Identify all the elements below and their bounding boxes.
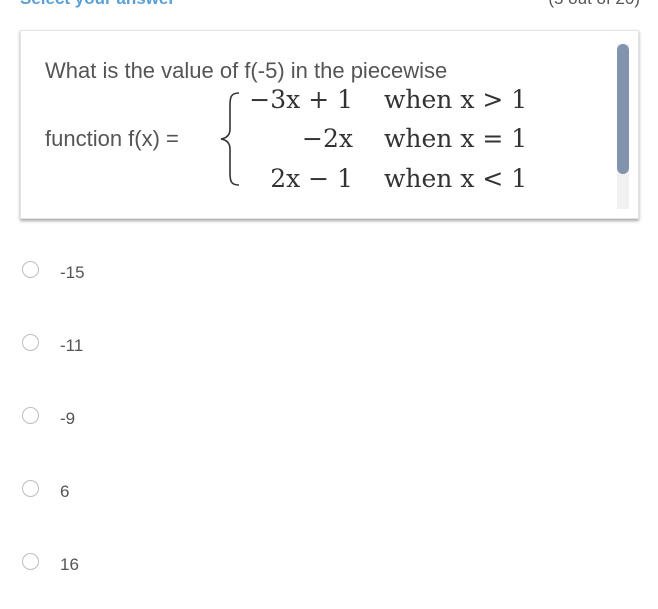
instruction-text: Select your answer — [20, 0, 175, 9]
answer-option-4[interactable]: 6 — [22, 480, 322, 504]
answer-label: 16 — [60, 555, 79, 574]
answer-option-5[interactable]: 16 — [22, 553, 322, 577]
radio-button[interactable] — [22, 261, 39, 278]
case-expr-3: 2x − 1 — [270, 164, 353, 193]
answer-option-2[interactable]: -11 — [22, 334, 322, 358]
case-expr-2: −2x — [302, 124, 353, 153]
case-cond-2: when x = 1 — [384, 124, 528, 153]
radio-button[interactable] — [22, 407, 39, 424]
case-cond-1: when x > 1 — [384, 85, 528, 114]
radio-button[interactable] — [22, 480, 39, 497]
function-label: function f(x) = — [45, 126, 179, 151]
question-card: What is the value of f(-5) in the piecew… — [20, 30, 639, 219]
progress-text: (5 out of 20) — [548, 0, 640, 9]
answer-label: -11 — [60, 336, 84, 355]
radio-button[interactable] — [22, 334, 39, 351]
case-expr-1: −3x + 1 — [249, 85, 353, 114]
answer-label: -9 — [60, 409, 76, 428]
radio-button[interactable] — [22, 553, 39, 570]
case-cond-3: when x < 1 — [384, 164, 528, 193]
scrollbar-thumb[interactable] — [617, 44, 629, 174]
question-text: What is the value of f(-5) in the piecew… — [45, 58, 448, 83]
answer-option-1[interactable]: -15 — [22, 261, 322, 285]
answer-label: -15 — [60, 263, 85, 282]
answer-label: 6 — [60, 482, 70, 501]
answer-option-3[interactable]: -9 — [22, 407, 322, 431]
top-bar: Select your answer (5 out of 20) — [0, 0, 658, 9]
